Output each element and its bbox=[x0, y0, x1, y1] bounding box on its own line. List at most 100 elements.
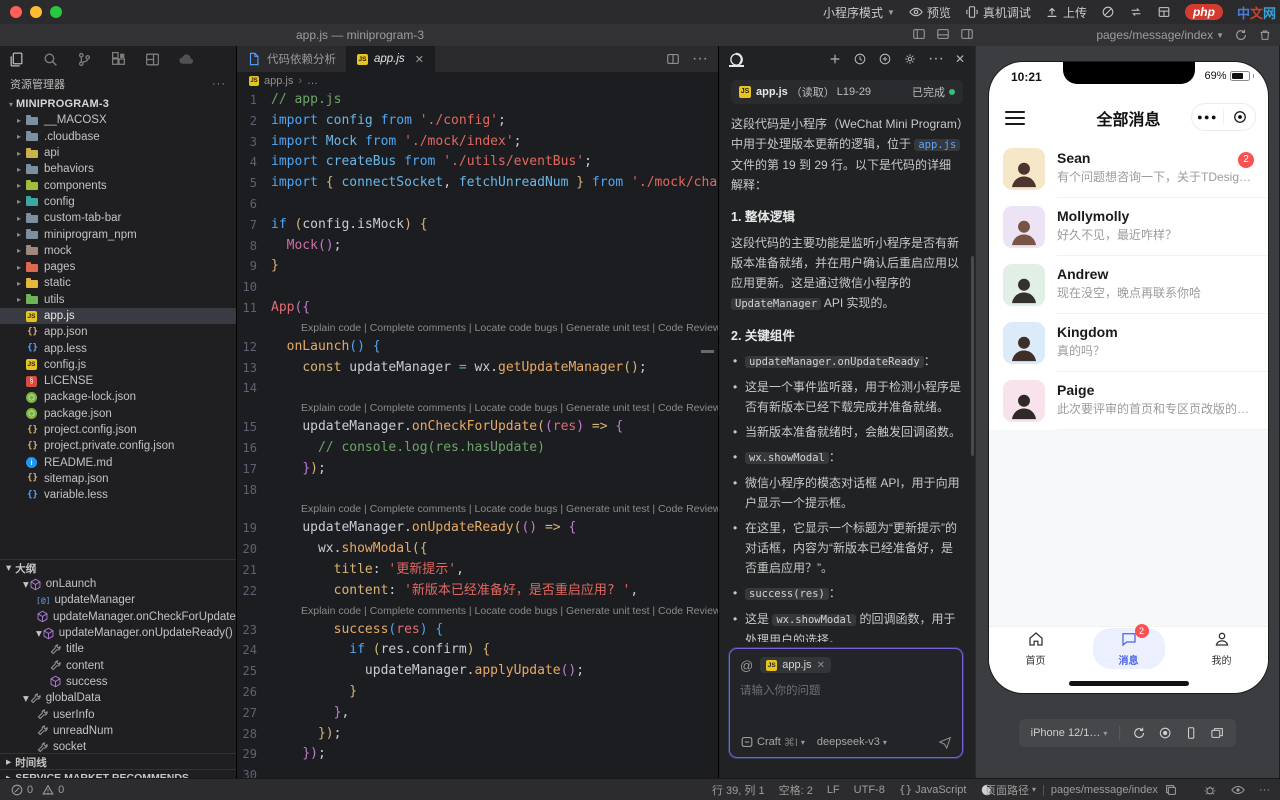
tree-file-config.js[interactable]: JSconfig.js bbox=[0, 357, 236, 373]
sync-icon[interactable] bbox=[1129, 5, 1143, 19]
restart-icon[interactable] bbox=[1132, 726, 1146, 740]
tree-file-sitemap.json[interactable]: {}sitemap.json bbox=[0, 471, 236, 487]
editor-more-icon[interactable]: ··· bbox=[692, 50, 708, 68]
tab-我的[interactable]: 我的 bbox=[1186, 628, 1258, 669]
outline-item-updateManager[interactable]: [@]updateManager bbox=[0, 592, 236, 608]
outline-item-onLaunch[interactable]: ▾onLaunch bbox=[0, 576, 236, 592]
copy-path-icon[interactable] bbox=[1164, 783, 1178, 797]
language-mode[interactable]: {}JavaScript bbox=[899, 783, 967, 796]
codelens-action[interactable]: Code Review bbox=[658, 503, 718, 515]
source-control-icon[interactable] bbox=[76, 51, 93, 68]
tree-folder-config[interactable]: ▸config bbox=[0, 194, 236, 210]
toggle-panel-icon[interactable] bbox=[936, 27, 950, 41]
codelens-action[interactable]: Code Review bbox=[658, 605, 718, 617]
toggle-sidebar-icon[interactable] bbox=[912, 27, 926, 41]
search-icon[interactable] bbox=[42, 51, 59, 68]
tree-folder-api[interactable]: ▸api bbox=[0, 145, 236, 161]
ai-more-icon[interactable]: ··· bbox=[928, 50, 944, 68]
encoding-indicator[interactable]: UTF-8 bbox=[854, 784, 885, 796]
message-row-paige[interactable]: Paige此次要评审的首页和专区页改版的交互方案 bbox=[989, 372, 1268, 430]
outline-item-updateManager-onCheckForUpdate-call-[interactable]: updateManager.onCheckForUpdate() call… bbox=[0, 609, 236, 625]
phone-simulator[interactable]: 10:21 69% 全部消息 ●●● Sean有个问题想咨询一下，关于TDesi… bbox=[989, 62, 1268, 693]
codelens-action[interactable]: Locate code bugs bbox=[475, 605, 558, 617]
minimize-window-button[interactable] bbox=[30, 6, 42, 18]
tree-file-package-lock.json[interactable]: ⬡package-lock.json bbox=[0, 389, 236, 405]
project-root-row[interactable]: ▾MINIPROGRAM-3 bbox=[0, 96, 236, 112]
ai-input-box[interactable]: @ JS app.js ✕ 请输入你的问题 Craft ⌘I ▾ deepsee… bbox=[729, 648, 963, 758]
outline-item-userInfo[interactable]: userInfo bbox=[0, 706, 236, 722]
upload-button[interactable]: 上传 bbox=[1045, 4, 1087, 21]
status-more-icon[interactable]: ··· bbox=[1259, 784, 1270, 796]
tree-file-README.md[interactable]: iREADME.md bbox=[0, 455, 236, 471]
tab-code-dependency[interactable]: 代码依赖分析 bbox=[237, 46, 347, 72]
clear-cache-icon[interactable] bbox=[1101, 5, 1115, 19]
mode-selector[interactable]: 小程序模式▼ bbox=[823, 4, 895, 21]
tree-folder-behaviors[interactable]: ▸behaviors bbox=[0, 161, 236, 177]
tree-file-variable.less[interactable]: {}variable.less bbox=[0, 487, 236, 503]
more-actions-icon[interactable]: ··· bbox=[212, 78, 226, 90]
tab-app-js[interactable]: JS app.js ✕ bbox=[347, 46, 435, 72]
tree-folder-utils[interactable]: ▸utils bbox=[0, 292, 236, 308]
tree-folder-custom-tab-bar[interactable]: ▸custom-tab-bar bbox=[0, 210, 236, 226]
tree-folder-components[interactable]: ▸components bbox=[0, 177, 236, 193]
tab-首页[interactable]: 首页 bbox=[1000, 628, 1072, 669]
tree-folder-__MACOSX[interactable]: ▸__MACOSX bbox=[0, 112, 236, 128]
device-frame-icon[interactable] bbox=[1184, 726, 1198, 740]
outline-item-content[interactable]: content bbox=[0, 657, 236, 673]
mode-dropdown[interactable]: Craft ⌘I ▾ bbox=[740, 735, 805, 749]
remove-chip-icon[interactable]: ✕ bbox=[817, 660, 825, 671]
outline-item-unreadNum[interactable]: unreadNum bbox=[0, 723, 236, 739]
message-row-mollymolly[interactable]: Mollymolly好久不见，最近咋样？ bbox=[989, 198, 1268, 256]
clear-storage-icon[interactable] bbox=[1258, 28, 1272, 42]
move-panel-icon[interactable] bbox=[878, 52, 892, 66]
codelens-action[interactable]: Generate unit test bbox=[566, 605, 649, 617]
codelens-action[interactable]: Locate code bugs bbox=[475, 402, 558, 414]
outline-item-title[interactable]: title bbox=[0, 641, 236, 657]
tree-file-app.json[interactable]: {}app.json bbox=[0, 324, 236, 340]
tree-file-app.js[interactable]: JSapp.js bbox=[0, 308, 236, 324]
tree-file-project.config.json[interactable]: {}project.config.json bbox=[0, 422, 236, 438]
code-editor[interactable]: 1// app.js2import config from './config'… bbox=[237, 90, 718, 778]
codelens-action[interactable]: Explain code bbox=[301, 322, 361, 334]
page-path-dropdown[interactable]: 页面路径▾ bbox=[985, 782, 1036, 798]
codelens-action[interactable]: Complete comments bbox=[370, 605, 466, 617]
tree-file-app.less[interactable]: {}app.less bbox=[0, 340, 236, 356]
codelens-action[interactable]: Complete comments bbox=[370, 322, 466, 334]
history-icon[interactable] bbox=[853, 52, 867, 66]
craft-logo-icon[interactable] bbox=[729, 52, 744, 67]
warnings-indicator[interactable]: 0 bbox=[41, 783, 64, 797]
codelens-action[interactable]: Code Review bbox=[658, 322, 718, 334]
remote-debug-button[interactable]: 真机调试 bbox=[965, 4, 1031, 21]
eye-icon[interactable] bbox=[1231, 783, 1245, 797]
record-icon[interactable] bbox=[1158, 726, 1172, 740]
debug-icon[interactable] bbox=[1203, 783, 1217, 797]
multi-window-icon[interactable] bbox=[1210, 726, 1224, 740]
codelens-action[interactable]: Generate unit test bbox=[566, 503, 649, 515]
cursor-position[interactable]: 行 39, 列 1 bbox=[712, 782, 765, 798]
device-selector[interactable]: iPhone 12/1…▾ bbox=[1031, 727, 1108, 739]
menu-icon[interactable] bbox=[1005, 107, 1025, 129]
tree-folder-mock[interactable]: ▸mock bbox=[0, 243, 236, 259]
cloud-service-icon[interactable] bbox=[178, 51, 195, 68]
refresh-icon[interactable] bbox=[1234, 28, 1248, 42]
message-row-kingdom[interactable]: Kingdom真的吗？ bbox=[989, 314, 1268, 372]
page-path-selector[interactable]: pages/message/index▼ bbox=[1096, 28, 1224, 42]
codelens-action[interactable]: Explain code bbox=[301, 402, 361, 414]
codelens-action[interactable]: Generate unit test bbox=[566, 322, 649, 334]
codelens-action[interactable]: Locate code bugs bbox=[475, 322, 558, 334]
extensions-icon[interactable] bbox=[110, 51, 127, 68]
codelens-action[interactable]: Locate code bugs bbox=[475, 503, 558, 515]
maximize-window-button[interactable] bbox=[50, 6, 62, 18]
tree-folder-static[interactable]: ▸static bbox=[0, 275, 236, 291]
new-chat-icon[interactable] bbox=[828, 52, 842, 66]
ai-close-icon[interactable]: ✕ bbox=[955, 52, 965, 66]
outline-item-success[interactable]: success bbox=[0, 674, 236, 690]
page-path-value[interactable]: pages/message/index bbox=[1051, 784, 1158, 796]
input-file-chip[interactable]: JS app.js ✕ bbox=[760, 657, 831, 673]
tree-folder-miniprogram_npm[interactable]: ▸miniprogram_npm bbox=[0, 226, 236, 242]
capsule-more-icon[interactable]: ●●● bbox=[1192, 112, 1223, 122]
close-tab-icon[interactable]: ✕ bbox=[415, 53, 424, 66]
codelens-action[interactable]: Explain code bbox=[301, 605, 361, 617]
codelens-action[interactable]: Explain code bbox=[301, 503, 361, 515]
toggle-secondary-sidebar-icon[interactable] bbox=[960, 27, 974, 41]
